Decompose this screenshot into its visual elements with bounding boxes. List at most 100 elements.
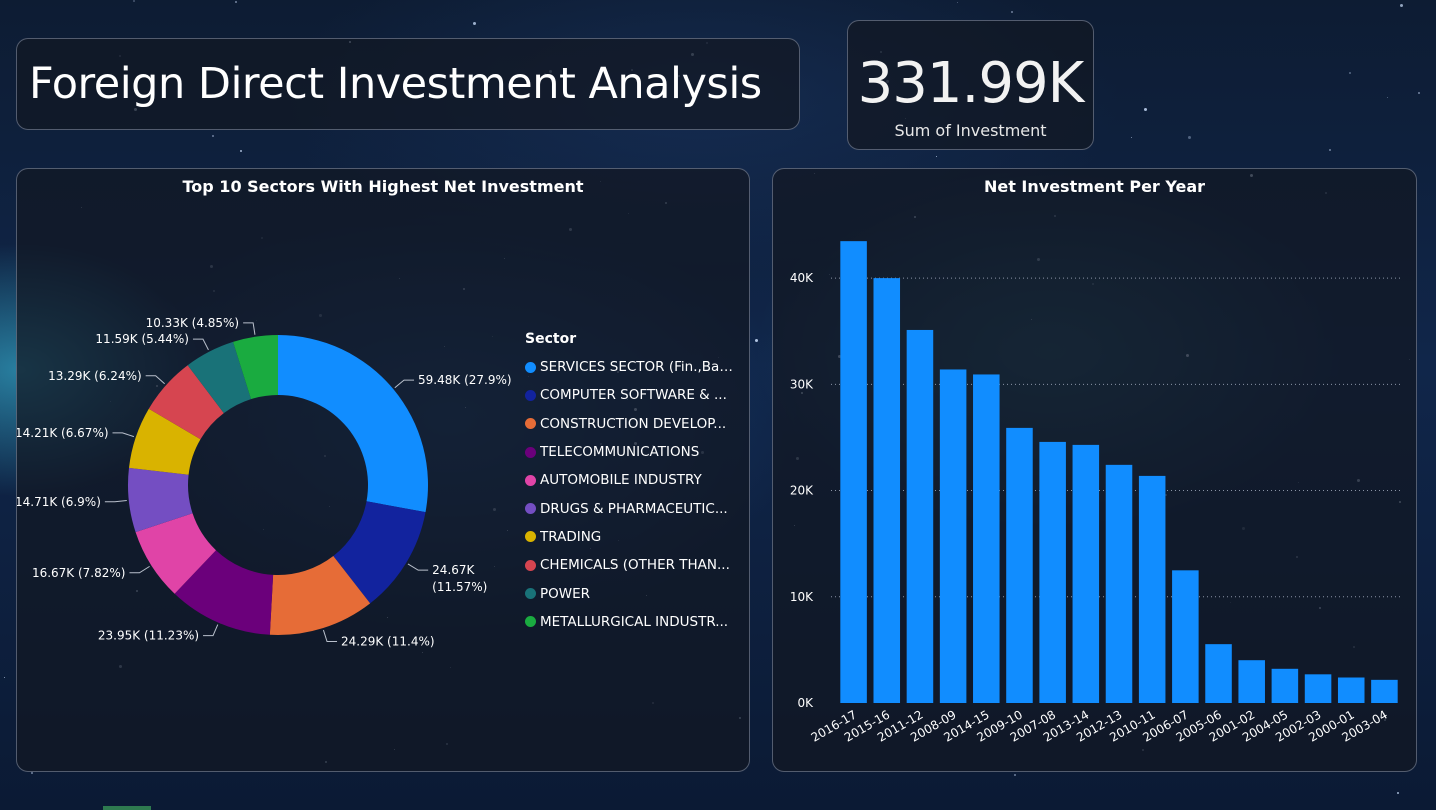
page-title: Foreign Direct Investment Analysis [29, 59, 762, 109]
legend-item[interactable]: CONSTRUCTION DEVELOP... [525, 410, 745, 438]
y-tick-label: 30K [790, 377, 814, 391]
star-dot [239, 149, 242, 152]
kpi-value: 331.99K [857, 51, 1085, 116]
legend-swatch [525, 503, 536, 515]
y-tick-label: 20K [790, 484, 814, 498]
star-dot [1130, 136, 1132, 138]
bar[interactable] [873, 278, 901, 703]
donut-leader-line [407, 563, 429, 571]
legend-item[interactable]: METALLURGICAL INDUSTR... [525, 608, 745, 636]
legend-label: TRADING [540, 528, 602, 545]
star-dot [133, 0, 136, 3]
donut-leader-line [112, 432, 135, 438]
star-dot [936, 156, 938, 158]
bar[interactable] [840, 241, 867, 703]
donut-data-label: 24.29K (11.4%) [341, 635, 435, 649]
star-dot [1143, 108, 1147, 111]
bar[interactable] [1105, 464, 1133, 703]
legend-swatch [525, 588, 536, 600]
legend-swatch [525, 361, 536, 373]
donut-data-label: 59.48K (27.9%) [418, 373, 512, 387]
star-dot [1187, 135, 1191, 139]
star-dot [4, 677, 6, 679]
donut-leader-line [104, 500, 127, 503]
bar[interactable] [1371, 679, 1398, 703]
legend-label: AUTOMOBILE INDUSTRY [540, 472, 702, 489]
legend-swatch [525, 446, 536, 458]
star-dot [30, 772, 33, 775]
legend-label: COMPUTER SOFTWARE & ... [540, 387, 727, 404]
legend-swatch [525, 531, 536, 543]
donut-leader-line [243, 322, 256, 335]
star-dot [1011, 10, 1014, 13]
legend-item[interactable]: AUTOMOBILE INDUSTRY [525, 466, 745, 494]
donut-leader-line [192, 338, 209, 351]
kpi-card[interactable]: 331.99K Sum of Investment [847, 20, 1094, 150]
legend-label: CHEMICALS (OTHER THAN... [540, 557, 730, 574]
bar[interactable] [1238, 660, 1265, 703]
star-dot [1397, 791, 1400, 794]
bar[interactable] [1271, 668, 1299, 703]
legend-label: DRUGS & PHARMACEUTIC... [540, 500, 728, 517]
title-card: Foreign Direct Investment Analysis [16, 38, 800, 130]
legend-item[interactable]: COMPUTER SOFTWARE & ... [525, 381, 745, 409]
legend-swatch [525, 474, 536, 486]
donut-leader-line [145, 375, 165, 385]
legend-item[interactable]: TELECOMMUNICATIONS [525, 438, 745, 466]
star-dot [1386, 97, 1388, 99]
donut-data-label: 14.71K (6.9%) [17, 495, 101, 509]
bar[interactable] [1337, 677, 1365, 703]
bar-chart-card[interactable]: Net Investment Per Year 0K 10K 20K 30K 40K 20… [772, 168, 1417, 772]
star-dot [755, 339, 759, 343]
legend-item[interactable]: POWER [525, 579, 745, 607]
legend-label: CONSTRUCTION DEVELOP... [540, 415, 727, 432]
bar[interactable] [973, 374, 1000, 703]
star-dot [1399, 4, 1403, 8]
legend-label: METALLURGICAL INDUSTR... [540, 613, 729, 630]
donut-data-label: 11.59K (5.44%) [95, 332, 189, 346]
donut-data-label: 23.95K (11.23%) [98, 629, 199, 643]
donut-slice[interactable] [278, 335, 428, 513]
donut-data-label: 24.67K (11.57%) [432, 563, 487, 594]
donut-leader-line [322, 629, 338, 643]
donut-data-label: 16.67K (7.82%) [32, 566, 126, 580]
legend-swatch [525, 418, 536, 430]
legend-label: TELECOMMUNICATIONS [540, 444, 700, 461]
legend-label: POWER [540, 585, 591, 602]
bar[interactable] [1172, 570, 1199, 703]
donut-chart[interactable]: 59.48K (27.9%) 24.67K (11.57%) 24.29K (11.4… [17, 169, 517, 769]
donut-data-label: 14.21K (6.67%) [17, 426, 109, 440]
bar[interactable] [1304, 674, 1332, 703]
star-dot [472, 22, 476, 26]
legend-swatch [525, 616, 536, 628]
donut-leader-line [129, 565, 150, 574]
star-dot [212, 134, 215, 137]
y-tick-label: 40K [790, 271, 814, 285]
page-tab-indicator[interactable] [103, 806, 151, 810]
donut-leader-line [394, 379, 415, 389]
legend-item[interactable]: DRUGS & PHARMACEUTIC... [525, 494, 745, 522]
donut-chart-card[interactable]: Top 10 Sectors With Highest Net Investme… [16, 168, 750, 772]
y-tick-label: 10K [790, 590, 814, 604]
bar-chart[interactable]: 0K10K20K30K40K2016-172015-162011-122008-… [773, 169, 1416, 769]
bar[interactable] [1138, 475, 1166, 703]
bar[interactable] [1006, 427, 1033, 703]
star-dot [1348, 71, 1351, 74]
legend-item[interactable]: TRADING [525, 523, 745, 551]
bar[interactable] [939, 369, 967, 703]
bar[interactable] [1205, 644, 1232, 703]
donut-legend: Sector SERVICES SECTOR (Fin.,Ban... COMPU… [525, 331, 745, 636]
legend-label: SERVICES SECTOR (Fin.,Ban... [540, 359, 735, 376]
legend-item[interactable]: SERVICES SECTOR (Fin.,Ban... [525, 353, 745, 381]
star-dot [1328, 148, 1331, 151]
legend-swatch [525, 559, 536, 571]
bar[interactable] [1072, 444, 1100, 703]
bar[interactable] [1039, 441, 1066, 703]
y-tick-label: 0K [797, 696, 814, 710]
donut-data-label: 13.29K (6.24%) [48, 369, 142, 383]
donut-data-label: 10.33K (4.85%) [146, 316, 240, 330]
star-dot [956, 2, 958, 4]
donut-leader-line [203, 624, 219, 637]
legend-item[interactable]: CHEMICALS (OTHER THAN... [525, 551, 745, 579]
bar[interactable] [906, 329, 934, 703]
